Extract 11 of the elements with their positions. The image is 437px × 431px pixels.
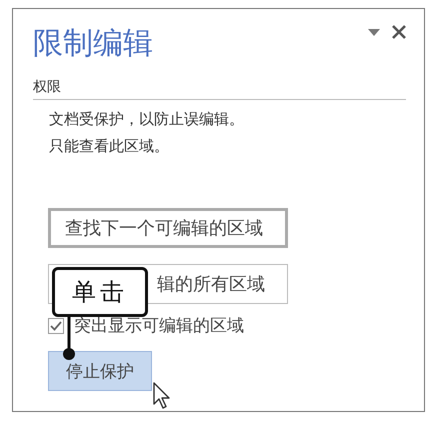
checkbox[interactable] bbox=[48, 318, 64, 334]
close-icon[interactable] bbox=[392, 25, 406, 39]
pane-title: 限制编辑 bbox=[33, 25, 153, 63]
protection-message: 只能查看此区域。 bbox=[49, 137, 169, 156]
region-button[interactable]: 查找下一个可编辑的区域 bbox=[48, 208, 288, 248]
dropdown-icon[interactable] bbox=[368, 28, 380, 36]
protection-message: 文档受保护，以防止误编辑。 bbox=[49, 110, 244, 129]
section-heading: 权限 bbox=[33, 78, 61, 96]
callout-label: 单击 bbox=[52, 267, 148, 317]
stop-protection-button[interactable]: 停止保护 bbox=[48, 351, 152, 391]
checkbox-label: 突出显示可编辑的区域 bbox=[74, 315, 244, 337]
